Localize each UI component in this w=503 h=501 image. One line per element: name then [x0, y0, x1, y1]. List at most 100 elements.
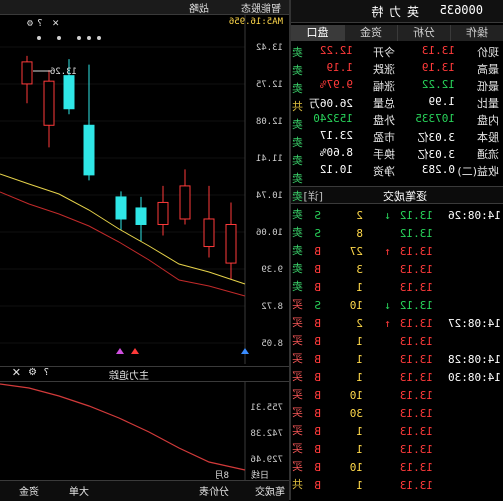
side-label: 卖 [292, 118, 303, 131]
quote-value: 13.13 [421, 44, 455, 57]
signal-dot [97, 36, 101, 40]
chart-title: 智能股态 [241, 4, 281, 15]
quote-value: 0.283 [421, 163, 455, 176]
y-axis-tick: 13.42 [256, 43, 283, 53]
settings-icon[interactable]: ⚙ [28, 367, 37, 378]
deal-volume: 1 [356, 443, 363, 456]
arrow-up-icon: ↑ [384, 245, 391, 258]
side-label: 卖 [292, 190, 303, 203]
table-row: 13.13 1 B [303, 424, 503, 440]
deal-side: B [314, 407, 321, 420]
deal-volume: 10 [349, 299, 363, 312]
side-label: 卖 [292, 280, 303, 293]
tab-orderbook[interactable]: 盘口 [290, 25, 344, 41]
close-icon[interactable]: ✕ [12, 366, 21, 379]
quote-value: 12.22 [319, 44, 353, 57]
settings-icon: ⚙ [27, 18, 34, 29]
quote-value: 9.97% [319, 78, 353, 91]
table-row: 13.13 ↑ 27 B [303, 244, 503, 260]
deal-side: B [314, 353, 321, 366]
marker-triangle [116, 348, 124, 354]
candle-body [43, 80, 55, 126]
quote-label: 市盈 [373, 131, 395, 144]
deal-volume: 2 [356, 209, 363, 222]
table-row: 13.13 1 B [303, 442, 503, 458]
side-label: 卖 [292, 172, 303, 185]
side-label: 买 [292, 460, 303, 473]
signal-dot [37, 36, 41, 40]
y-axis-tick: 9.39 [261, 265, 283, 275]
side-label: 买 [292, 334, 303, 347]
stock-code: 000635 [439, 3, 483, 17]
marker-triangle [131, 348, 139, 354]
deal-price: 13.13 [399, 443, 433, 456]
quote-value: 23.17 [319, 129, 353, 142]
quote-grid: 现价 13.13 最高 13.19 最低 12.22 量比 1.99 内盘 107335 股本 3.0… [291, 44, 503, 184]
side-label: 买 [292, 424, 303, 437]
table-row: 13.13 3 B [303, 262, 503, 278]
deal-side: B [314, 443, 321, 456]
table-row: 13.12 8 S [303, 226, 503, 242]
side-label: 卖 [292, 82, 303, 95]
bottom-tab-3[interactable]: 大单 [69, 483, 89, 498]
side-label: 买 [292, 298, 303, 311]
bottom-tab-1[interactable]: 笔成交 [255, 483, 285, 498]
y-axis-tick: 8.72 [261, 302, 283, 312]
tab-operate[interactable]: 操作 [450, 25, 503, 41]
quote-value: 26.06万 [308, 97, 353, 110]
deal-price: 13.13 [399, 389, 433, 402]
chart-tab[interactable]: 战略 [189, 0, 209, 15]
main-force-chart[interactable]: 755.31 742.38 729.46 日线 8月 [0, 382, 289, 480]
quote-label: 流通 [477, 148, 499, 161]
kline-chart[interactable]: 13.42 12.75 12.08 11.41 10.74 10.06 9.39 8.72 8.… [0, 14, 289, 364]
deal-price: 13.13 [399, 263, 433, 276]
deals-title: 逐笔成交 [383, 190, 427, 203]
deal-volume: 1 [356, 281, 363, 294]
deal-side: S [314, 209, 321, 222]
stock-name: 英 力 特 [370, 5, 419, 19]
month-label: 8月 [215, 470, 229, 480]
deal-volume: 1 [356, 479, 363, 492]
side-label: 卖 [292, 64, 303, 77]
tab-analysis[interactable]: 分析 [397, 25, 450, 41]
quote-value: 3.03亿 [417, 148, 456, 161]
y-axis-tick: 755.31 [250, 403, 283, 413]
candle-body [21, 61, 33, 85]
deal-volume: 10 [349, 461, 363, 474]
deal-time: 14:08:27 [448, 317, 501, 330]
side-label: 买 [292, 352, 303, 365]
quote-label: 净资 [373, 165, 395, 178]
signal-dot [87, 36, 91, 40]
y-axis-tick: 8.05 [261, 339, 283, 349]
deal-volume: 27 [349, 245, 363, 258]
quote-value: 1.19 [326, 61, 354, 74]
ma-indicator: MA5:16.956 [229, 17, 283, 27]
deals-detail-link[interactable]: [详] [303, 188, 323, 204]
table-row: 13.13 1 B [303, 280, 503, 296]
candle-body [179, 185, 191, 220]
quote-label: 内盘 [477, 114, 499, 127]
table-row: 14:08:26 13.12 ↓ 2 S [303, 208, 503, 224]
tab-funds[interactable]: 资金 [344, 25, 397, 41]
bottom-tab-2[interactable]: 分价表 [199, 483, 229, 498]
quote-label: 涨跌 [373, 63, 395, 76]
deal-price: 13.13 [399, 281, 433, 294]
deal-price: 13.13 [399, 245, 433, 258]
deal-price: 13.13 [399, 317, 433, 330]
signal-dot [57, 36, 61, 40]
candle-body [203, 218, 215, 248]
bottom-tab-4[interactable]: 资金 [19, 483, 39, 498]
deal-side: B [314, 281, 321, 294]
side-label: 买 [292, 388, 303, 401]
deal-price: 13.13 [399, 479, 433, 492]
high-price-label: 13.26 [50, 67, 77, 77]
quote-value: 107335 [415, 112, 455, 125]
table-row: 13.13 30 B [303, 406, 503, 422]
help-icon: ? [37, 18, 43, 29]
help-icon[interactable]: ? [44, 367, 49, 378]
deal-side: B [314, 389, 321, 402]
stock-header: 000635 英 力 特 [291, 0, 503, 23]
deal-price: 13.12 [399, 227, 433, 240]
deal-time: 14:08:28 [448, 353, 501, 366]
quote-label: 涨幅 [373, 80, 395, 93]
